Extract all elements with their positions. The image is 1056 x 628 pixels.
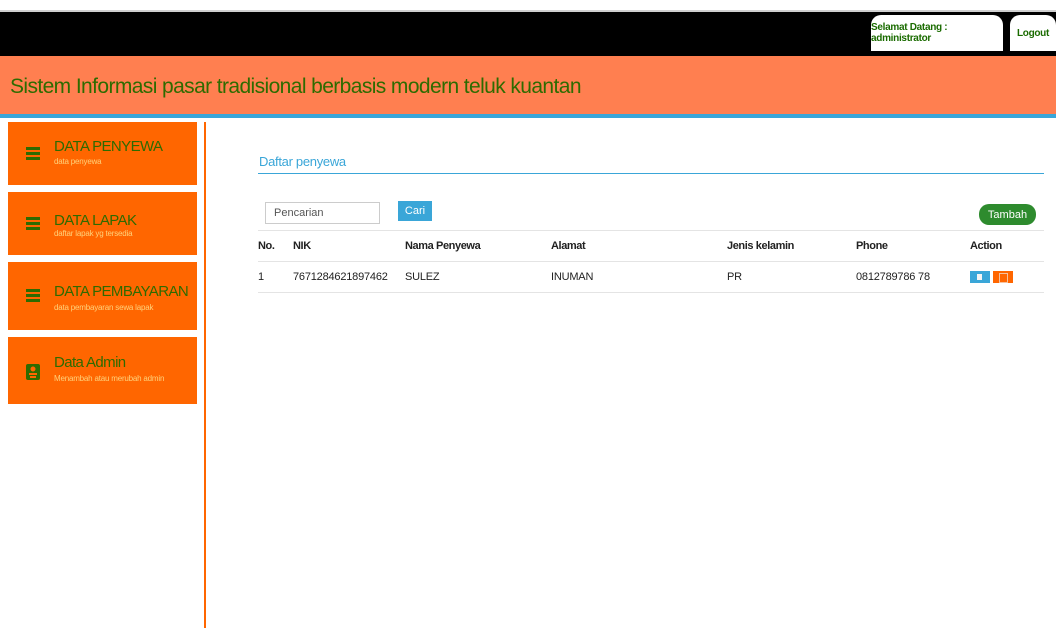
cell-jenis-kelamin: PR: [727, 261, 856, 293]
list-icon: [26, 289, 40, 303]
list-icon: [26, 146, 40, 161]
sidebar-item-sublabel: data pembayaran sewa lapak: [54, 303, 154, 312]
table-row: 1 7671284621897462 SULEZ INUMAN PR 08127…: [258, 261, 1044, 293]
list-icon: [26, 216, 40, 231]
sidebar-item-data-penyewa[interactable]: DATA PENYEWA data penyewa: [8, 122, 197, 185]
admin-badge-icon: [26, 363, 40, 380]
title-underline: [258, 173, 1044, 174]
cell-nik: 7671284621897462: [293, 261, 405, 293]
sidebar-item-label: DATA PEMBAYARAN: [54, 283, 189, 300]
logout-button[interactable]: Logout: [1010, 15, 1056, 51]
sidebar: DATA PENYEWA data penyewa DATA LAPAK daf…: [8, 122, 197, 411]
cell-alamat: INUMAN: [551, 261, 727, 293]
sidebar-item-label: Data Admin: [54, 354, 126, 371]
sidebar-item-data-admin[interactable]: Data Admin Menambah atau merubah admin: [8, 337, 197, 404]
delete-icon[interactable]: [993, 271, 1013, 284]
app-header: Sistem Informasi pasar tradisional berba…: [0, 56, 1056, 118]
column-header: Nama Penyewa: [405, 230, 551, 262]
cell-action: [970, 261, 1044, 293]
column-header: Phone: [856, 230, 970, 262]
sidebar-item-data-pembayaran[interactable]: DATA PEMBAYARAN data pembayaran sewa lap…: [8, 262, 197, 330]
column-header: NIK: [293, 230, 405, 262]
column-header: Jenis kelamin: [727, 230, 856, 262]
sidebar-item-label: DATA LAPAK: [54, 212, 137, 229]
browser-top-strip: [0, 0, 1056, 12]
sidebar-divider: [204, 122, 206, 628]
page-title: Daftar penyewa: [259, 154, 346, 169]
column-header: Action: [970, 230, 1044, 262]
sidebar-item-sublabel: Menambah atau merubah admin: [54, 374, 165, 383]
add-button[interactable]: Tambah: [979, 204, 1036, 225]
sidebar-item-label: DATA PENYEWA: [54, 138, 163, 155]
cell-nama: SULEZ: [405, 261, 551, 293]
top-bar: Selamat Datang : administrator Logout: [0, 12, 1056, 56]
column-header: No.: [258, 230, 293, 262]
cell-phone: 0812789786 78: [856, 261, 970, 293]
sidebar-item-sublabel: daftar lapak yg tersedia: [54, 229, 133, 238]
welcome-badge: Selamat Datang : administrator: [871, 15, 1003, 51]
app-title: Sistem Informasi pasar tradisional berba…: [10, 75, 582, 98]
column-header: Alamat: [551, 230, 727, 262]
sidebar-item-data-lapak[interactable]: DATA LAPAK daftar lapak yg tersedia: [8, 192, 197, 255]
search-input[interactable]: [265, 202, 380, 224]
penyewa-table: No. NIK Nama Penyewa Alamat Jenis kelami…: [258, 230, 1044, 293]
search-button[interactable]: Cari: [398, 201, 432, 221]
cell-no: 1: [258, 261, 293, 293]
edit-icon[interactable]: [970, 271, 990, 284]
sidebar-item-sublabel: data penyewa: [54, 157, 102, 166]
table-header-row: No. NIK Nama Penyewa Alamat Jenis kelami…: [258, 230, 1044, 262]
